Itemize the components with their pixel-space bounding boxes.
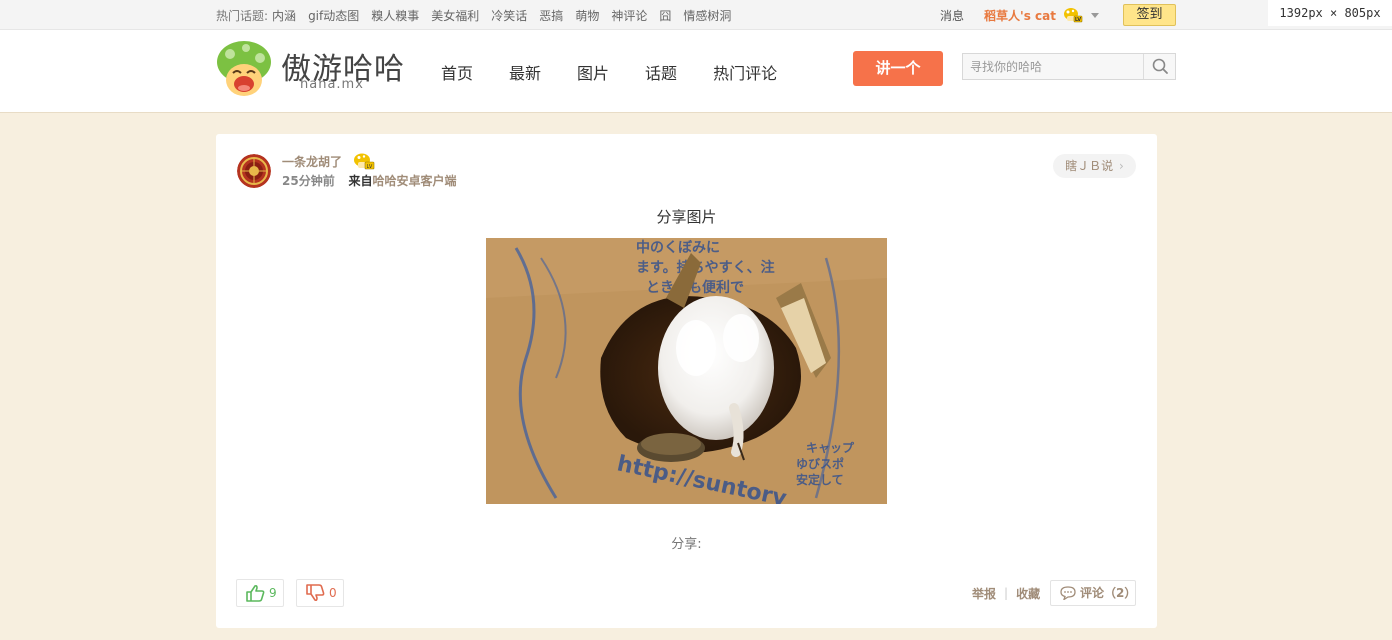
logo-subtitle: haha.mx [300,77,364,92]
post-image[interactable]: 中のくぼみに ます。持ちやすく、注 ときにも便利で キャップ ゆびスポ 安定して… [486,238,887,504]
hot-topic-link[interactable]: 美女福利 [431,7,479,24]
mushroom-badge-icon: LV [354,153,375,170]
jb-button[interactable]: 瞎ＪＢ说 › [1053,154,1136,178]
hot-topics-label: 热门话题: [216,8,269,23]
main-nav: 首页 最新 图片 话题 热门评论 [441,30,813,113]
top-bar: 热门话题: 内涵 gif动态图 糗人糗事 美女福利 冷笑话 恶搞 萌物 神评论 … [0,0,1392,30]
search-box [962,53,1176,80]
hot-topic-link[interactable]: 萌物 [575,7,599,24]
svg-text:安定して: 安定して [796,472,844,487]
mushroom-logo-icon[interactable] [216,40,272,98]
nav-home[interactable]: 首页 [441,60,473,84]
thumbs-up-icon [246,584,265,602]
search-button[interactable] [1143,54,1175,79]
share-label: 分享: [671,537,702,552]
svg-text:ときにも便利で: ときにも便利で [646,279,744,296]
svg-text:キャップ: キャップ [806,440,855,455]
hot-topic-link[interactable]: 情感树洞 [683,7,731,24]
svg-text:ゆびスポ: ゆびスポ [796,456,844,471]
svg-text:ます。持ちやすく、注: ます。持ちやすく、注 [636,259,775,276]
hot-topic-link[interactable]: 恶搞 [539,7,563,24]
svg-text:中のくぼみに: 中のくぼみに [636,239,720,256]
hot-topic-link[interactable]: 内涵 [272,7,296,24]
user-area: 消息 稻草人's cat LV [940,0,1100,30]
search-input[interactable] [963,54,1144,79]
report-link[interactable]: 举报 [972,585,996,602]
jb-button-label: 瞎ＪＢ说 [1065,159,1114,173]
dislike-count: 0 [329,586,337,600]
client-link[interactable]: 哈哈安卓客户端 [373,174,457,188]
author-name[interactable]: 一条龙胡了 [282,153,342,170]
hot-topic-link[interactable]: gif动态图 [308,7,359,24]
comment-button[interactable]: 评论（2） [1050,580,1136,606]
chevron-right-icon: › [1119,159,1124,173]
post-card: 一条龙胡了 LV 25分钟前 来自哈哈安卓客户端 瞎ＪＢ说 › 分享图片 中のく… [216,134,1157,628]
hot-topic-link[interactable]: 糗人糗事 [371,7,419,24]
post-title: 分享图片 [656,208,717,226]
checkin-button[interactable]: 签到 [1123,4,1176,26]
comment-bubble-icon [1060,586,1076,600]
nav-hot-comments[interactable]: 热门评论 [713,60,777,84]
messages-link[interactable]: 消息 [940,7,964,24]
hot-topics: 热门话题: 内涵 gif动态图 糗人糗事 美女福利 冷笑话 恶搞 萌物 神评论 … [216,0,743,30]
post-time: 25分钟前 [282,174,335,188]
post-meta: 25分钟前 来自哈哈安卓客户端 [282,172,457,189]
mushroom-badge-icon: LV [1064,7,1083,23]
thumbs-down-icon [306,584,325,602]
dimension-label: 1392px × 805px [1268,0,1392,26]
nav-latest[interactable]: 最新 [509,60,541,84]
post-joke-button[interactable]: 讲一个 [853,51,943,86]
hot-topic-link[interactable]: 冷笑话 [491,7,527,24]
nav-images[interactable]: 图片 [577,60,609,84]
hot-topic-link[interactable]: 囧 [659,7,671,24]
username: 稻草人's cat [984,8,1056,23]
avatar[interactable] [237,154,271,188]
comment-label: 评论（2） [1080,586,1137,600]
post-actions: 举报 | 收藏 [972,579,1040,607]
site-header: 傲游哈哈 haha.mx 首页 最新 图片 话题 热门评论 讲一个 [0,30,1392,113]
separator: | [1004,586,1009,600]
hot-topic-link[interactable]: 神评论 [611,7,647,24]
search-icon [1152,58,1168,74]
svg-text:LV: LV [1075,17,1081,23]
favorite-link[interactable]: 收藏 [1016,585,1040,602]
svg-text:LV: LV [367,164,373,170]
chevron-down-icon [1091,12,1100,18]
username-menu[interactable]: 稻草人's cat LV [984,7,1100,24]
dislike-button[interactable]: 0 [296,579,344,607]
like-count: 9 [269,586,277,600]
from-label: 来自 [348,174,373,188]
like-button[interactable]: 9 [236,579,284,607]
nav-topics[interactable]: 话题 [645,60,677,84]
